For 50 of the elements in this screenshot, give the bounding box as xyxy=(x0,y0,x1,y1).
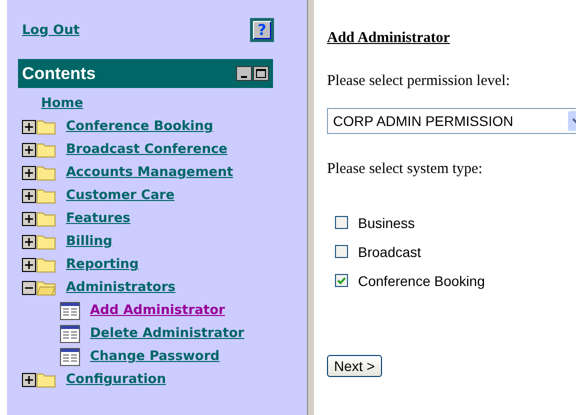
folder-icon xyxy=(36,187,56,204)
page-link[interactable]: Delete Administrator xyxy=(90,326,244,341)
folder-icon xyxy=(36,233,56,250)
checkbox-label: Conference Booking xyxy=(358,272,485,288)
checkbox[interactable] xyxy=(335,216,348,229)
system-type-label: Please select system type: xyxy=(327,161,484,178)
checkbox-label: Business xyxy=(358,214,415,230)
document-icon xyxy=(60,302,80,320)
expand-icon[interactable] xyxy=(22,166,36,180)
dropdown-value: CORP ADMIN PERMISSION xyxy=(333,113,514,129)
folder-link[interactable]: Reporting xyxy=(66,257,139,272)
checkbox[interactable] xyxy=(335,274,348,287)
expand-icon[interactable] xyxy=(22,372,36,386)
folder-icon xyxy=(36,118,56,135)
folder-link[interactable]: Broadcast Conference xyxy=(66,142,228,157)
document-icon xyxy=(60,324,80,342)
collapse-icon[interactable] xyxy=(22,280,36,294)
folder-link[interactable]: Customer Care xyxy=(66,188,175,203)
folder-icon xyxy=(36,371,56,388)
expand-icon[interactable] xyxy=(22,142,36,156)
folder-link[interactable]: Configuration xyxy=(66,372,166,387)
checkbox[interactable] xyxy=(335,245,348,258)
expand-icon[interactable] xyxy=(22,234,36,248)
expand-icon[interactable] xyxy=(22,188,36,202)
window-controls-icon[interactable] xyxy=(236,66,269,81)
next-button[interactable]: Next > xyxy=(327,355,382,377)
document-icon xyxy=(60,348,80,366)
expand-icon[interactable] xyxy=(22,258,36,272)
folder-link[interactable]: Accounts Management xyxy=(66,165,234,180)
permission-label: Please select permission level: xyxy=(327,73,511,90)
folder-icon xyxy=(36,164,56,181)
page-link[interactable]: Change Password xyxy=(90,349,220,364)
contents-title: Contents xyxy=(22,64,96,84)
folder-icon xyxy=(36,210,56,227)
expand-icon[interactable] xyxy=(22,212,36,226)
help-button[interactable]: ? xyxy=(250,18,274,42)
folder-link[interactable]: Administrators xyxy=(66,280,176,295)
expand-icon[interactable] xyxy=(22,120,36,134)
logout-link[interactable]: Log Out xyxy=(22,22,80,38)
page-title: Add Administrator xyxy=(327,30,451,48)
checkbox-label: Broadcast xyxy=(358,244,422,260)
page-link[interactable]: Add Administrator xyxy=(90,303,225,318)
folder-link[interactable]: Features xyxy=(66,211,130,226)
folder-link[interactable]: Conference Booking xyxy=(66,119,214,134)
folder-icon xyxy=(36,279,56,296)
tree-link[interactable]: Home xyxy=(41,96,84,111)
folder-icon xyxy=(36,256,56,273)
permission-dropdown[interactable]: CORP ADMIN PERMISSION xyxy=(327,108,576,134)
folder-icon xyxy=(36,141,56,158)
folder-link[interactable]: Billing xyxy=(66,234,112,249)
